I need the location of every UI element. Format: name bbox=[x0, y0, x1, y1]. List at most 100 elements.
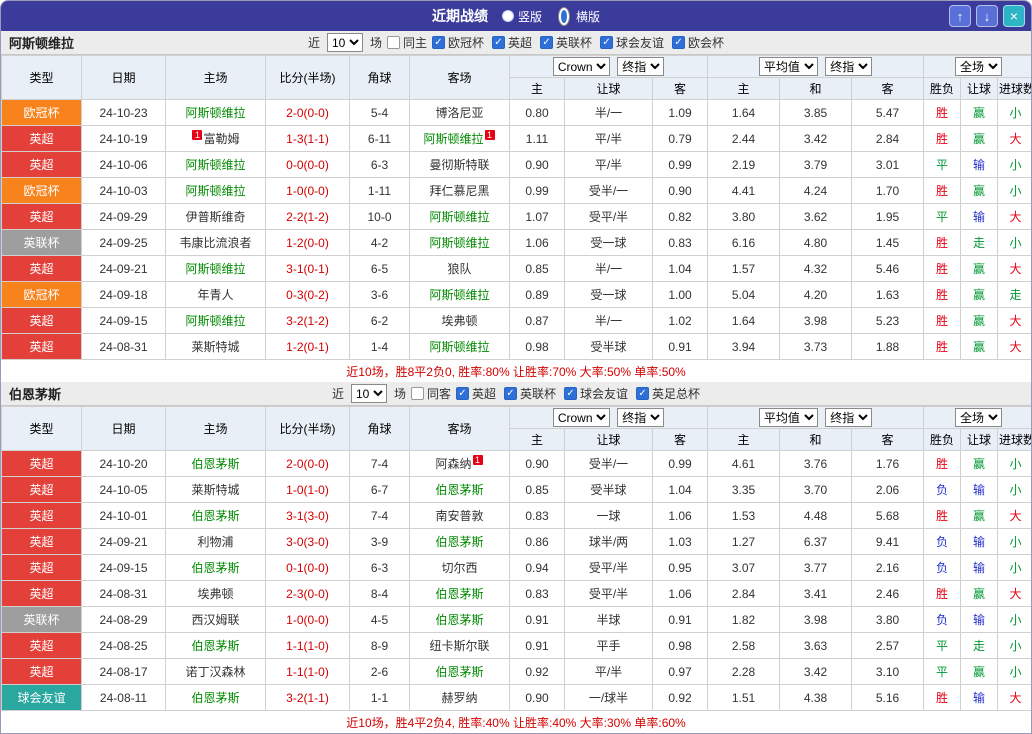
result-goals: 大 bbox=[997, 502, 1031, 529]
team-link[interactable]: 利物浦 bbox=[197, 535, 233, 549]
league-badge: 英联杯 bbox=[1, 229, 82, 256]
odds-stage-select[interactable]: 终指 bbox=[617, 57, 665, 76]
col-result-handicap: 让球 bbox=[960, 77, 999, 100]
layout-horizontal-radio[interactable]: 横版 bbox=[556, 6, 600, 26]
close-button[interactable]: × bbox=[1003, 5, 1025, 27]
team-link[interactable]: 阿斯顿维拉 bbox=[429, 288, 489, 302]
team-link[interactable]: 拜仁慕尼黑 bbox=[429, 184, 489, 198]
team-link[interactable]: 伯恩茅斯 bbox=[435, 483, 483, 497]
match-date: 24-08-11 bbox=[81, 684, 166, 711]
team-link[interactable]: 南安普敦 bbox=[435, 509, 483, 523]
match-date: 24-09-21 bbox=[81, 528, 166, 555]
team-link[interactable]: 阿斯顿维拉 bbox=[185, 158, 245, 172]
team-link[interactable]: 诺丁汉森林 bbox=[185, 665, 245, 679]
team-link[interactable]: 阿森纳 bbox=[435, 457, 471, 471]
league-checkbox[interactable]: ✓ 欧会杯 bbox=[672, 34, 724, 51]
corner-count: 6-3 bbox=[349, 151, 410, 178]
league-checkbox[interactable]: ✓ 英联杯 bbox=[540, 34, 592, 51]
odds-away: 1.04 bbox=[651, 255, 709, 282]
team-link[interactable]: 博洛尼亚 bbox=[435, 106, 483, 120]
same-venue-checkbox[interactable]: 同主 bbox=[386, 34, 427, 51]
match-scope-select[interactable]: 全场 bbox=[955, 408, 1003, 427]
team-link[interactable]: 伯恩茅斯 bbox=[435, 587, 483, 601]
team-link[interactable]: 西汉姆联 bbox=[191, 613, 239, 627]
team-link[interactable]: 狼队 bbox=[447, 262, 471, 276]
team-cell: 埃弗顿 bbox=[409, 307, 510, 334]
result-handicap: 赢 bbox=[960, 255, 999, 282]
team-link[interactable]: 阿斯顿维拉 bbox=[185, 262, 245, 276]
team-link[interactable]: 莱斯特城 bbox=[191, 483, 239, 497]
match-date: 24-10-19 bbox=[81, 125, 166, 152]
odds-handicap: 平/半 bbox=[564, 151, 653, 178]
team-link[interactable]: 阿斯顿维拉 bbox=[423, 132, 483, 146]
league-checkbox[interactable]: ✓ 英足总杯 bbox=[636, 385, 700, 402]
match-scope-select[interactable]: 全场 bbox=[955, 57, 1003, 76]
team-link[interactable]: 莱斯特城 bbox=[191, 340, 239, 354]
match-date: 24-10-01 bbox=[81, 502, 166, 529]
corner-count: 4-5 bbox=[349, 606, 410, 633]
col-corner: 角球 bbox=[349, 406, 410, 451]
move-up-button[interactable]: ↑ bbox=[949, 5, 971, 27]
team-link[interactable]: 赫罗纳 bbox=[441, 691, 477, 705]
avg-stage-select[interactable]: 终指 bbox=[825, 57, 873, 76]
league-checkbox[interactable]: ✓ 英超 bbox=[455, 385, 496, 402]
odds-company-select[interactable]: Crown bbox=[552, 408, 610, 427]
avg-type-select[interactable]: 平均值 bbox=[758, 408, 818, 427]
team-link[interactable]: 伯恩茅斯 bbox=[191, 691, 239, 705]
team-link[interactable]: 阿斯顿维拉 bbox=[185, 106, 245, 120]
league-checkbox[interactable]: ✓ 球会友谊 bbox=[564, 385, 628, 402]
match-count-select[interactable]: 10 bbox=[350, 384, 387, 403]
layout-vertical-radio[interactable]: 竖版 bbox=[501, 7, 542, 26]
team-link[interactable]: 伯恩茅斯 bbox=[435, 535, 483, 549]
team-link[interactable]: 伯恩茅斯 bbox=[435, 613, 483, 627]
team-link[interactable]: 阿斯顿维拉 bbox=[185, 184, 245, 198]
league-checkbox[interactable]: ✓ 球会友谊 bbox=[600, 34, 664, 51]
league-checkbox[interactable]: ✓ 英超 bbox=[492, 34, 532, 51]
team-link[interactable]: 伯恩茅斯 bbox=[435, 665, 483, 679]
team-link[interactable]: 年青人 bbox=[197, 288, 233, 302]
avg-stage-select[interactable]: 终指 bbox=[825, 408, 873, 427]
avg-draw: 3.42 bbox=[779, 125, 853, 152]
team-link[interactable]: 阿斯顿维拉 bbox=[429, 210, 489, 224]
team-link[interactable]: 伯恩茅斯 bbox=[191, 509, 239, 523]
team-link[interactable]: 切尔西 bbox=[441, 561, 477, 575]
avg-away: 1.76 bbox=[851, 450, 925, 477]
team-link[interactable]: 埃弗顿 bbox=[197, 587, 233, 601]
avg-type-select[interactable]: 平均值 bbox=[758, 57, 818, 76]
odds-home: 0.90 bbox=[509, 684, 565, 711]
league-checkbox[interactable]: ✓ 英联杯 bbox=[504, 385, 556, 402]
team-link[interactable]: 富勒姆 bbox=[203, 132, 239, 146]
result-wdl: 胜 bbox=[923, 502, 962, 529]
odds-stage-select[interactable]: 终指 bbox=[617, 408, 665, 427]
team-link[interactable]: 曼彻斯特联 bbox=[429, 158, 489, 172]
score: 3-2(1-2) bbox=[265, 307, 350, 334]
result-handicap: 输 bbox=[960, 606, 999, 633]
move-down-button[interactable]: ↓ bbox=[976, 5, 998, 27]
result-handicap: 赢 bbox=[960, 333, 999, 360]
team-link[interactable]: 伯恩茅斯 bbox=[191, 561, 239, 575]
corner-count: 3-6 bbox=[349, 281, 410, 308]
team-link[interactable]: 伊普斯维奇 bbox=[185, 210, 245, 224]
league-checkbox[interactable]: ✓ 欧冠杯 bbox=[431, 34, 484, 51]
team-link[interactable]: 阿斯顿维拉 bbox=[429, 340, 489, 354]
team-cell: 阿斯顿维拉 bbox=[165, 151, 266, 178]
avg-draw: 3.63 bbox=[779, 632, 853, 659]
result-handicap: 赢 bbox=[960, 450, 999, 477]
match-count-select[interactable]: 10 bbox=[326, 33, 363, 52]
team-link[interactable]: 埃弗顿 bbox=[441, 314, 477, 328]
odds-company-select[interactable]: Crown bbox=[552, 57, 610, 76]
team-link[interactable]: 纽卡斯尔联 bbox=[429, 639, 489, 653]
same-venue-checkbox[interactable]: 同客 bbox=[410, 385, 451, 402]
corner-count: 6-5 bbox=[349, 255, 410, 282]
col-odds-handicap: 让球 bbox=[564, 77, 653, 100]
team-link[interactable]: 阿斯顿维拉 bbox=[185, 314, 245, 328]
team-link[interactable]: 阿斯顿维拉 bbox=[429, 236, 489, 250]
avg-away: 5.47 bbox=[851, 99, 925, 126]
team-link[interactable]: 伯恩茅斯 bbox=[191, 457, 239, 471]
odds-handicap: 受一球 bbox=[564, 281, 653, 308]
result-wdl: 胜 bbox=[923, 333, 962, 360]
match-row: 英联杯 24-08-29 西汉姆联 1-0(0-0) 4-5 伯恩茅斯 0.91 半球 0.91… bbox=[1, 606, 1031, 633]
match-row: 英超 24-10-20 伯恩茅斯 2-0(0-0) 7-4 阿森纳 1 0.90 受半/一 0.9… bbox=[1, 450, 1031, 477]
team-link[interactable]: 韦康比流浪者 bbox=[179, 236, 251, 250]
team-link[interactable]: 伯恩茅斯 bbox=[191, 639, 239, 653]
